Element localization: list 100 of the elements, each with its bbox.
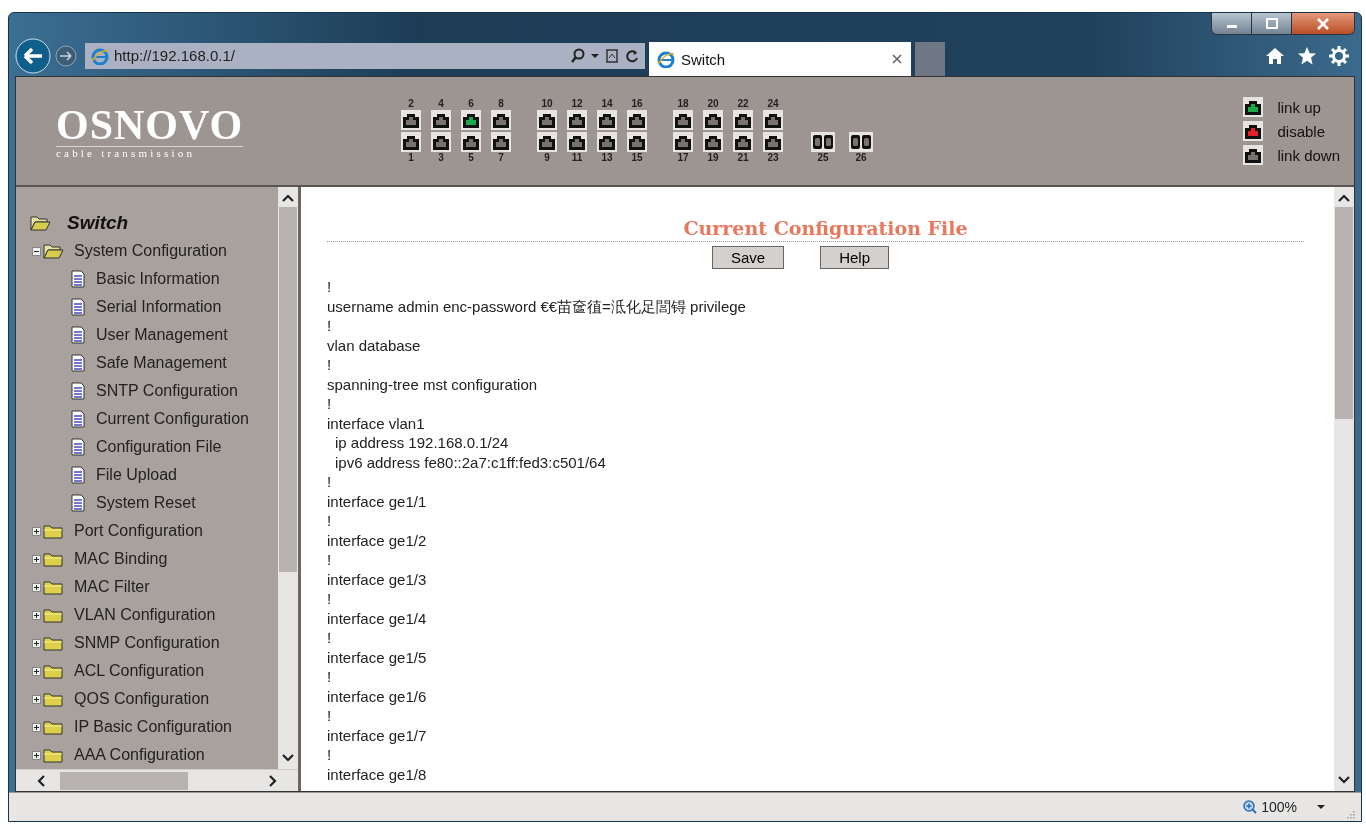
port-number: 16: [631, 98, 643, 110]
tree-folder-label[interactable]: VLAN Configuration: [74, 606, 216, 624]
port-number: 6: [468, 98, 474, 110]
tree-folder-label[interactable]: Port Configuration: [74, 522, 203, 540]
settings-icon[interactable]: [1329, 45, 1349, 66]
config-line: !: [327, 745, 333, 765]
tree-folder-label[interactable]: AAA Configuration: [74, 746, 205, 764]
tree-folder-label[interactable]: System Configuration: [74, 242, 227, 260]
config-line: interface ge1/5: [327, 647, 428, 667]
scroll-thumb[interactable]: [1335, 207, 1353, 419]
logo-tagline: cable transmission: [56, 146, 197, 159]
tree-folder-label[interactable]: ACL Configuration: [74, 662, 205, 680]
port-number: 2: [408, 98, 414, 110]
config-line: ip address 192.168.0.1/24: [334, 433, 510, 453]
page-icon: [70, 494, 86, 512]
scroll-thumb[interactable]: [279, 207, 297, 572]
zoom-control[interactable]: 100%: [1243, 799, 1325, 815]
config-line: interface ge1/2: [327, 530, 428, 550]
config-line: interface ge1/8: [327, 764, 428, 784]
config-line: interface ge1/7: [327, 725, 428, 745]
tree-folder-label[interactable]: MAC Binding: [74, 550, 168, 568]
tab-title: Switch: [681, 50, 727, 68]
action-button[interactable]: Help: [820, 246, 890, 269]
collapse-icon[interactable]: [32, 246, 41, 256]
tree-page-label[interactable]: Current Configuration: [96, 410, 249, 428]
tree-page-label[interactable]: SNTP Configuration: [96, 382, 238, 400]
home-icon[interactable]: [1265, 45, 1285, 66]
zoom-level: 100%: [1261, 799, 1297, 815]
port-number: 24: [767, 98, 779, 110]
caret-icon[interactable]: [591, 52, 599, 59]
expand-icon[interactable]: [32, 610, 41, 620]
tree-folder-label[interactable]: MAC Filter: [74, 578, 150, 596]
port-number: 21: [737, 152, 749, 164]
port-number: 18: [677, 98, 689, 110]
tree-page-label[interactable]: Basic Information: [96, 270, 220, 288]
scroll-down-icon[interactable]: [1337, 775, 1351, 785]
page-icon: [70, 354, 86, 372]
minimize-button[interactable]: [1212, 13, 1252, 34]
expand-icon[interactable]: [32, 722, 41, 732]
config-line: username admin enc-password €€苗奩徝=泜化足閭锝 privilege: [327, 296, 747, 316]
back-button[interactable]: [15, 37, 51, 74]
expand-icon[interactable]: [32, 666, 41, 676]
tree-folder-label[interactable]: IP Basic Configuration: [74, 718, 232, 736]
resize-grip-icon[interactable]: [1345, 809, 1355, 819]
port-number: 17: [677, 152, 689, 164]
refresh-icon[interactable]: [625, 47, 639, 64]
scroll-down-icon[interactable]: [281, 753, 295, 763]
port-number: 22: [737, 98, 749, 110]
legend-label: disable: [1277, 122, 1325, 140]
scroll-right-icon[interactable]: [268, 773, 278, 788]
scrollbar[interactable]: [16, 769, 298, 791]
tree-page-label[interactable]: Configuration File: [96, 438, 222, 456]
expand-icon[interactable]: [32, 750, 41, 760]
tree-page-label[interactable]: User Management: [96, 326, 228, 344]
scroll-up-icon[interactable]: [1337, 193, 1351, 203]
close-icon[interactable]: [891, 53, 903, 65]
port-number: 8: [498, 98, 504, 110]
tree-page-label[interactable]: Serial Information: [96, 298, 222, 316]
port-number: 20: [707, 98, 719, 110]
tree-folder-label[interactable]: SNMP Configuration: [74, 634, 220, 652]
config-line: interface ge1/3: [327, 569, 428, 589]
tree-page-label[interactable]: Safe Management: [96, 354, 227, 372]
star-icon[interactable]: [1297, 45, 1317, 66]
address-bar[interactable]: http://192.168.0.1/: [85, 42, 645, 69]
tree-page-label[interactable]: File Upload: [96, 466, 177, 484]
expand-icon[interactable]: [32, 582, 41, 592]
search-icon[interactable]: [571, 47, 585, 64]
legend-label: link up: [1277, 98, 1321, 116]
scrollbar[interactable]: [278, 187, 298, 769]
port-number: 25: [817, 152, 829, 164]
port-icon: [1243, 121, 1264, 141]
action-button[interactable]: Save: [711, 246, 785, 269]
expand-icon[interactable]: [32, 694, 41, 704]
url-text: http://192.168.0.1/: [114, 47, 236, 64]
config-line: !: [327, 355, 333, 375]
page-icon: [70, 438, 86, 456]
port-number: 23: [767, 152, 779, 164]
scroll-left-icon[interactable]: [36, 773, 46, 788]
port-icon: [1243, 145, 1264, 165]
page-icon: [70, 466, 86, 484]
config-line: !: [327, 706, 333, 726]
browser-tab[interactable]: Switch: [649, 42, 911, 76]
maximize-button[interactable]: [1252, 13, 1292, 34]
scroll-up-icon[interactable]: [281, 193, 295, 203]
port-number: 14: [601, 98, 613, 110]
expand-icon[interactable]: [32, 638, 41, 648]
expand-icon[interactable]: [32, 526, 41, 536]
close-button[interactable]: [1292, 13, 1354, 34]
port-number: 15: [631, 152, 643, 164]
port-number: 13: [601, 152, 613, 164]
config-line: ipv6 address fe80::2a7:c1ff:fed3:c501/64: [334, 452, 607, 472]
expand-icon[interactable]: [32, 554, 41, 564]
forward-button[interactable]: [55, 44, 77, 67]
page-title: Current Configuration File: [682, 217, 969, 239]
scroll-thumb[interactable]: [60, 771, 188, 790]
scrollbar[interactable]: [1334, 187, 1354, 791]
tree-root-label[interactable]: Switch: [67, 212, 129, 234]
legend-label: link down: [1277, 146, 1340, 164]
tree-folder-label[interactable]: QOS Configuration: [74, 690, 210, 708]
tree-page-label[interactable]: System Reset: [96, 494, 196, 512]
